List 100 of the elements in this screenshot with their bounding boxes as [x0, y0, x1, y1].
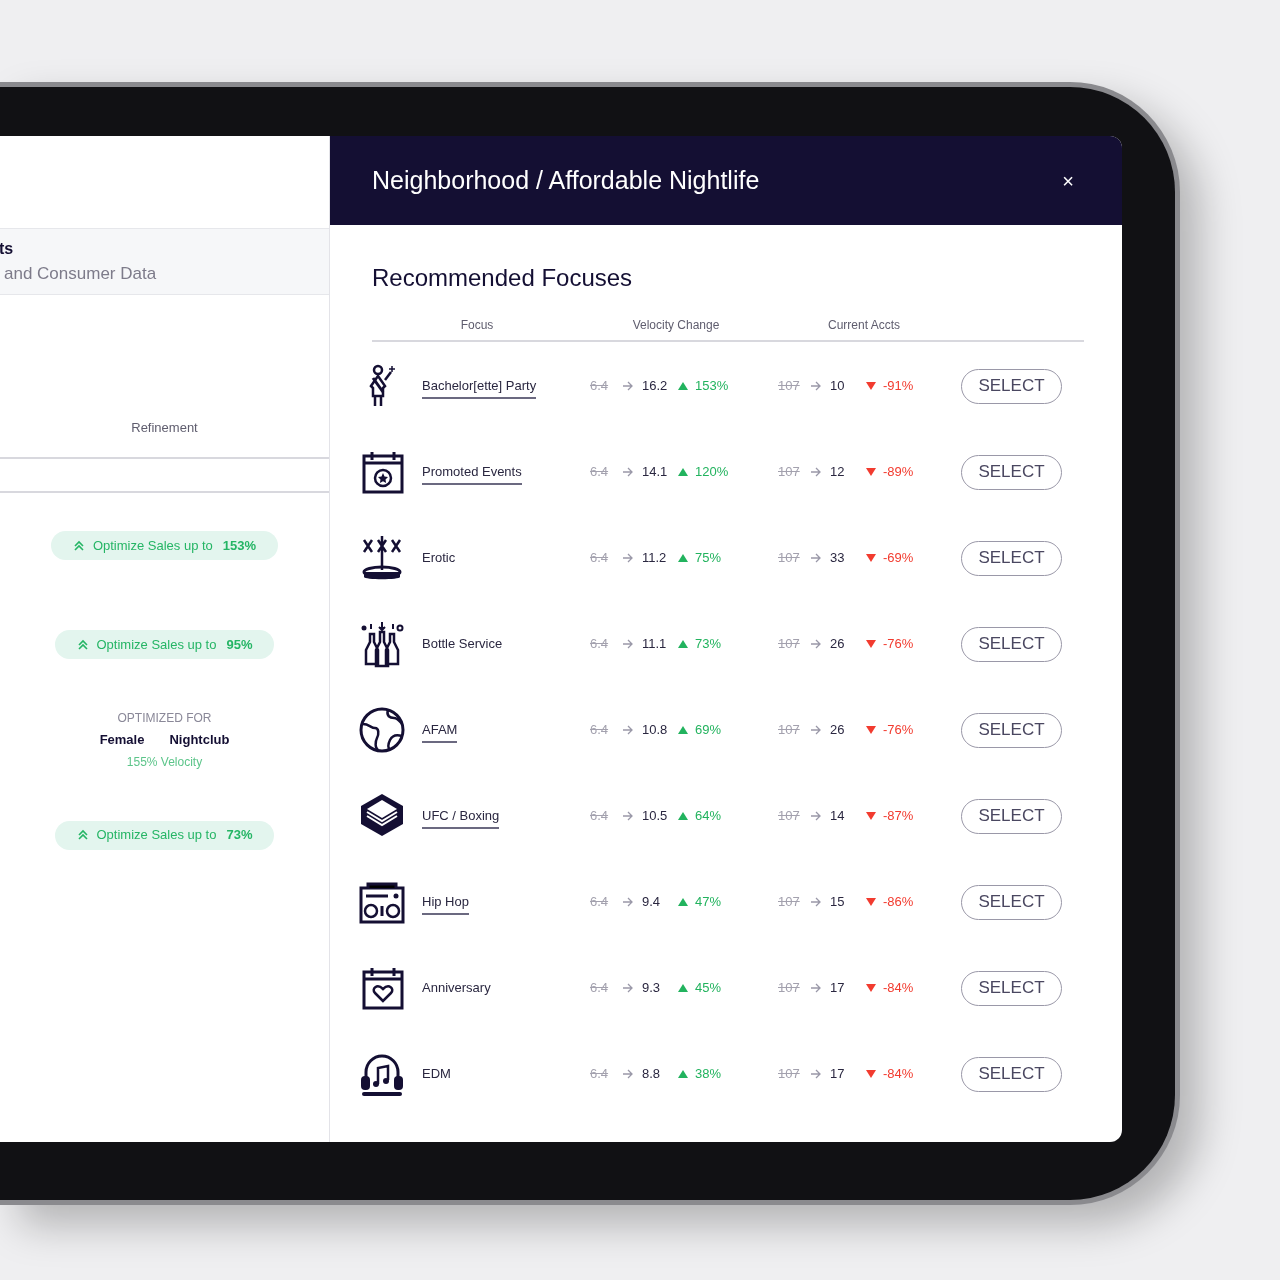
old-value: 107	[778, 893, 801, 912]
change-value: 64%	[695, 807, 722, 826]
select-button[interactable]: SELECT	[961, 626, 1062, 662]
pill-value: 153%	[222, 536, 257, 555]
new-value: 26	[830, 635, 846, 654]
triangle-down-icon	[866, 381, 876, 391]
triangle-up-icon	[678, 897, 688, 907]
change-value: 75%	[695, 549, 722, 568]
old-value: 6.4	[590, 807, 610, 826]
double-chevron-up-icon	[76, 829, 89, 841]
select-button[interactable]: SELECT	[961, 1056, 1062, 1092]
new-value: 17	[830, 1065, 846, 1084]
change-value: -91%	[883, 377, 914, 396]
change-value: -89%	[883, 463, 914, 482]
focus-name: Erotic	[422, 549, 456, 568]
focus-link[interactable]: UFC / Boxing	[422, 806, 500, 829]
old-value: 6.4	[590, 721, 610, 740]
old-value: 107	[778, 635, 801, 654]
new-value: 16.2	[642, 377, 669, 396]
arrow-right-icon	[622, 466, 634, 478]
triangle-up-icon	[678, 553, 688, 563]
arrow-right-icon	[810, 724, 822, 736]
new-value: 10	[830, 377, 846, 396]
focus-name: Anniversary	[422, 979, 491, 998]
focus-link[interactable]: Hip Hop	[422, 892, 469, 915]
old-value: 6.4	[590, 377, 610, 396]
change-value: -84%	[883, 979, 914, 998]
arrow-right-icon	[622, 896, 634, 908]
triangle-down-icon	[866, 983, 876, 993]
old-value: 6.4	[590, 893, 610, 912]
new-value: 11.2	[642, 549, 668, 568]
old-value: 107	[778, 549, 801, 568]
select-button[interactable]: SELECT	[961, 712, 1062, 748]
optimized-tag: Female	[99, 730, 145, 750]
globe-icon	[358, 706, 406, 754]
select-button[interactable]: SELECT	[961, 368, 1062, 404]
arrow-right-icon	[622, 982, 634, 994]
arrow-right-icon	[810, 466, 822, 478]
triangle-up-icon	[678, 1069, 688, 1079]
optimized-label: OPTIMIZED FOR	[117, 710, 212, 727]
select-button[interactable]: SELECT	[961, 540, 1062, 576]
change-value: 47%	[695, 893, 722, 912]
change-value: -76%	[883, 721, 914, 740]
triangle-down-icon	[866, 725, 876, 735]
select-button[interactable]: SELECT	[961, 970, 1062, 1006]
focus-link[interactable]: AFAM	[422, 720, 458, 743]
select-button[interactable]: SELECT	[961, 884, 1062, 920]
old-value: 6.4	[590, 1065, 610, 1084]
old-value: 6.4	[590, 463, 610, 482]
triangle-down-icon	[866, 1069, 876, 1079]
change-value: -76%	[883, 635, 914, 654]
modal-title: Neighborhood / Affordable Nightlife	[372, 164, 760, 196]
change-value: -84%	[883, 1065, 914, 1084]
triangle-up-icon	[678, 725, 688, 735]
triangle-down-icon	[866, 897, 876, 907]
change-value: -69%	[883, 549, 914, 568]
new-value: 10.8	[642, 721, 669, 740]
new-value: 26	[830, 721, 846, 740]
triangle-up-icon	[678, 983, 688, 993]
section-heading: Recommended Focuses	[372, 263, 634, 293]
old-value: 107	[778, 807, 801, 826]
triangle-up-icon	[678, 381, 688, 391]
old-value: 107	[778, 1065, 801, 1084]
arrow-right-icon	[622, 552, 634, 564]
column-label: Refinement	[131, 418, 198, 437]
change-value: 73%	[695, 635, 722, 654]
panel-title: ts	[0, 238, 15, 259]
arrow-right-icon	[810, 1068, 822, 1080]
new-value: 14	[830, 807, 846, 826]
optimized-tag: Nightclub	[169, 730, 230, 750]
triangle-down-icon	[866, 639, 876, 649]
arrow-right-icon	[810, 380, 822, 392]
new-value: 33	[830, 549, 846, 568]
pill-label: Optimize Sales up to	[96, 635, 217, 654]
arrow-right-icon	[810, 810, 822, 822]
focus-name: Bottle Service	[422, 635, 503, 654]
old-value: 6.4	[590, 979, 610, 998]
triangle-up-icon	[678, 811, 688, 821]
select-button[interactable]: SELECT	[961, 454, 1062, 490]
old-value: 107	[778, 979, 801, 998]
arrow-right-icon	[810, 982, 822, 994]
pill-label: Optimize Sales up to	[92, 536, 213, 555]
select-button[interactable]: SELECT	[961, 798, 1062, 834]
focus-link[interactable]: Bachelor[ette] Party	[422, 376, 537, 399]
new-value: 9.4	[642, 893, 662, 912]
arrow-right-icon	[622, 380, 634, 392]
close-button[interactable]: ×	[1062, 170, 1074, 191]
velocity-note: 155% Velocity	[126, 753, 203, 771]
old-value: 6.4	[590, 635, 610, 654]
change-value: -87%	[883, 807, 914, 826]
column-header: Current Accts	[828, 317, 900, 334]
triangle-down-icon	[866, 553, 876, 563]
focus-name: EDM	[422, 1065, 451, 1084]
change-value: 45%	[695, 979, 722, 998]
new-value: 15	[830, 893, 846, 912]
new-value: 9.3	[642, 979, 662, 998]
arrow-right-icon	[810, 638, 822, 650]
change-value: 69%	[695, 721, 722, 740]
focus-link[interactable]: Promoted Events	[422, 462, 522, 485]
triangle-down-icon	[866, 811, 876, 821]
